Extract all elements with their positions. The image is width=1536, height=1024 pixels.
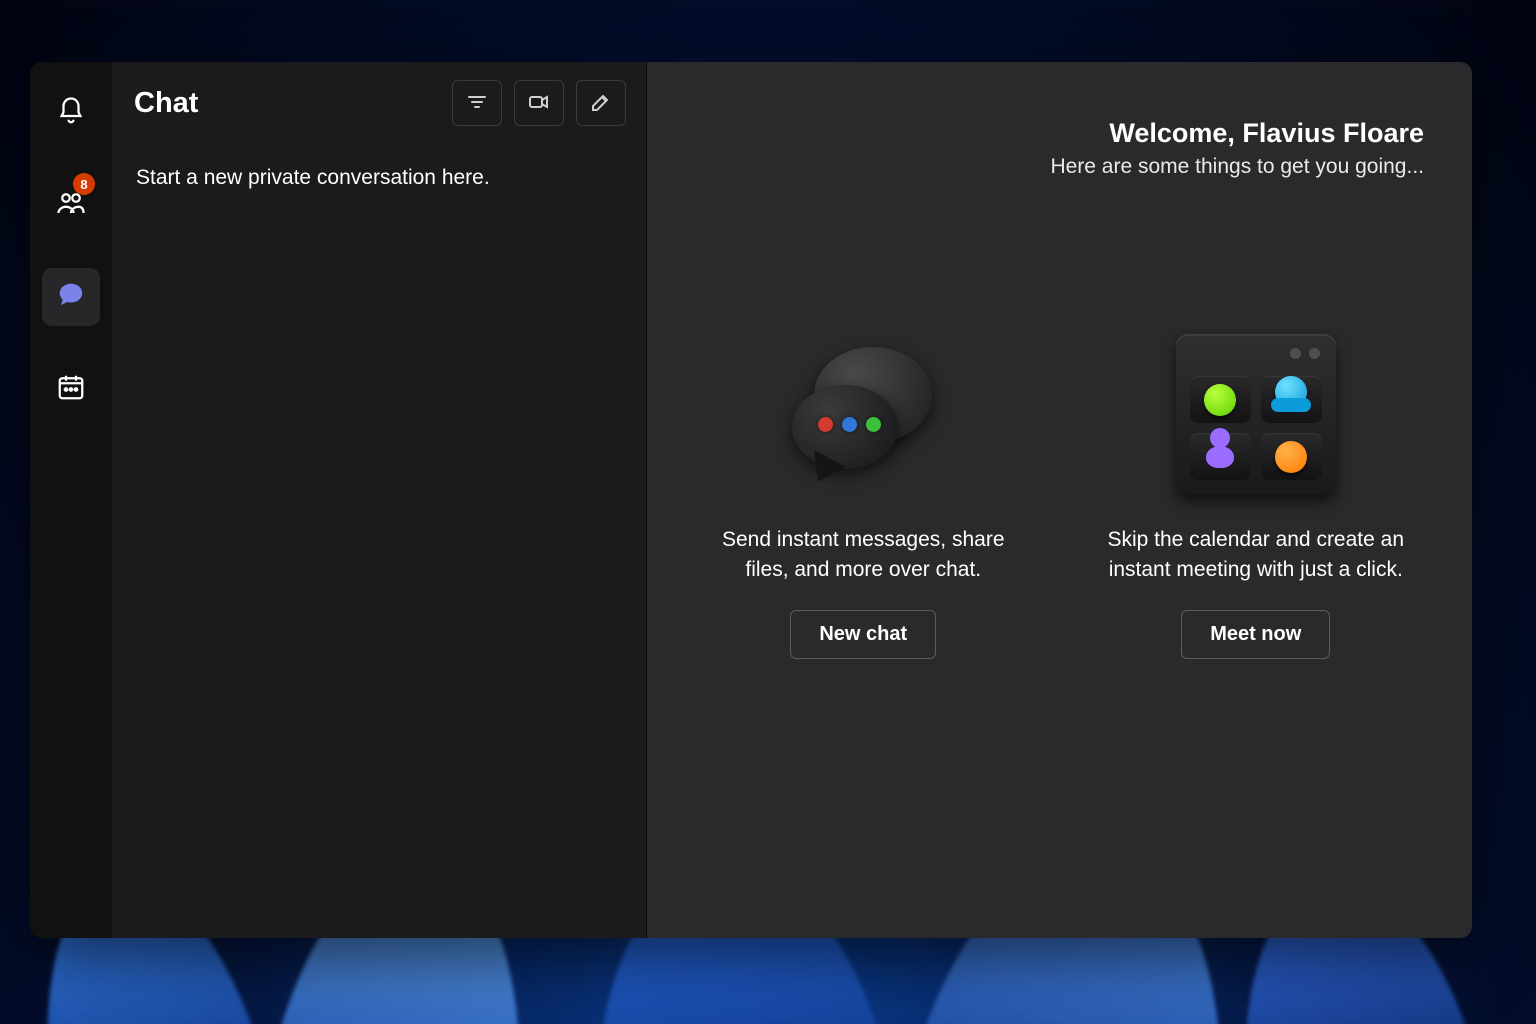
welcome-card-meet: Skip the calendar and create an instant …: [1101, 329, 1411, 659]
welcome-panel: Welcome, Flavius Floare Here are some th…: [647, 62, 1472, 938]
nav-calendar[interactable]: [42, 360, 100, 418]
chat-header: Chat: [112, 62, 646, 126]
meet-video-button[interactable]: [514, 80, 564, 126]
activity-badge: 8: [73, 173, 95, 195]
chat-illustration: [778, 329, 948, 499]
card-text: Skip the calendar and create an instant …: [1101, 525, 1411, 586]
filter-button[interactable]: [452, 80, 502, 126]
chat-title: Chat: [134, 87, 440, 120]
calendar-icon: [56, 372, 86, 407]
nav-rail: 8: [30, 62, 112, 938]
chat-empty-text: Start a new private conversation here.: [112, 126, 646, 230]
card-text: Send instant messages, share files, and …: [708, 525, 1018, 586]
welcome-cards: Send instant messages, share files, and …: [687, 329, 1432, 659]
chat-icon: [56, 280, 86, 315]
welcome-header: Welcome, Flavius Floare Here are some th…: [687, 118, 1432, 179]
video-icon: [527, 90, 551, 117]
compose-icon: [589, 90, 613, 117]
bell-icon: [56, 96, 86, 131]
new-chat-card-button[interactable]: New chat: [790, 610, 936, 659]
nav-community[interactable]: 8: [42, 176, 100, 234]
welcome-title: Welcome, Flavius Floare: [687, 118, 1424, 149]
meeting-illustration: [1171, 329, 1341, 499]
welcome-card-chat: Send instant messages, share files, and …: [708, 329, 1018, 659]
new-chat-button[interactable]: [576, 80, 626, 126]
teams-window: 8 Chat: [30, 62, 1472, 938]
nav-chat[interactable]: [42, 268, 100, 326]
meet-now-card-button[interactable]: Meet now: [1181, 610, 1330, 659]
chat-list-panel: Chat Start a new private conversation he…: [112, 62, 647, 938]
welcome-subtitle: Here are some things to get you going...: [687, 155, 1424, 179]
nav-activity[interactable]: [42, 84, 100, 142]
filter-icon: [465, 90, 489, 117]
